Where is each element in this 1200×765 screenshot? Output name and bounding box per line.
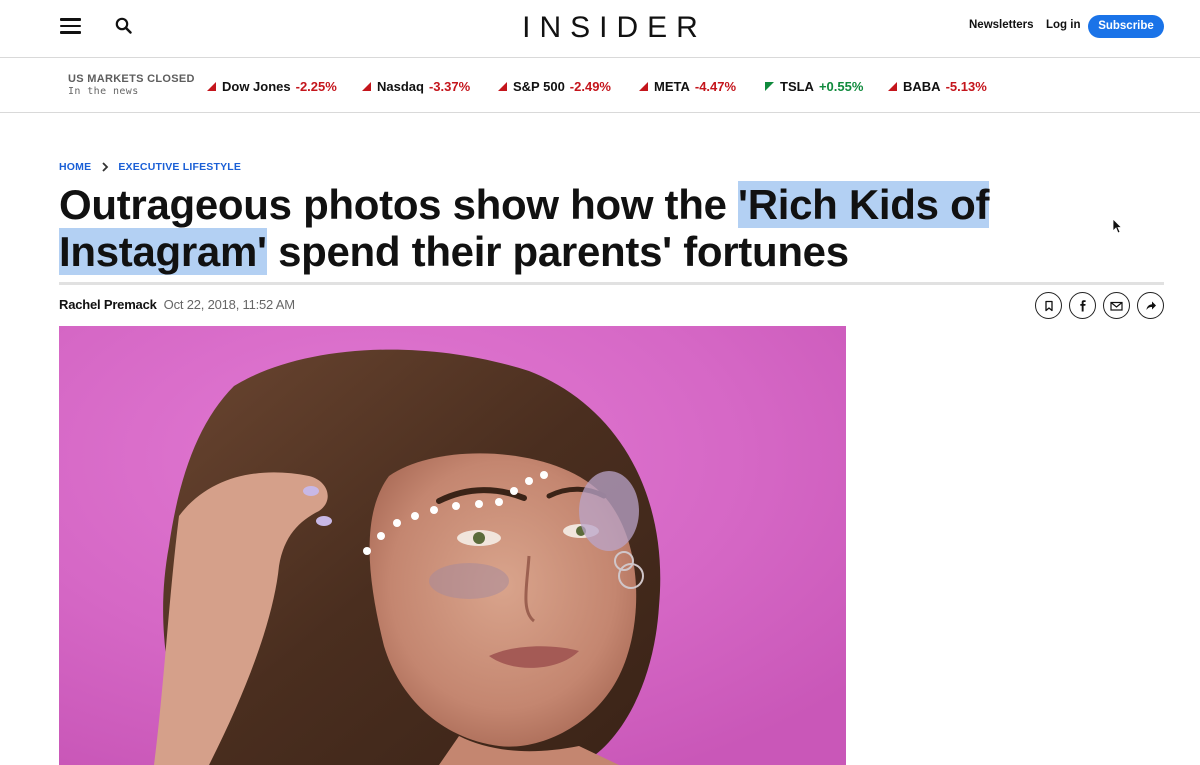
hero-image [59, 326, 846, 765]
ticker-change: -2.25% [295, 78, 337, 94]
markets-bar: US MARKETS CLOSED In the news Dow Jones … [0, 59, 1200, 113]
ticker-change: +0.55% [818, 78, 864, 94]
markets-status: US MARKETS CLOSED [68, 73, 195, 85]
title-text: Outrageous photos show how the [59, 181, 739, 228]
bookmark-icon[interactable] [1035, 292, 1062, 319]
article-title: Outrageous photos show how the 'Rich Kid… [59, 181, 1169, 275]
site-header: INSIDER Newsletters Log in Subscribe [0, 0, 1200, 58]
down-arrow-icon [888, 81, 897, 91]
author-name[interactable]: Rachel Premack [59, 297, 157, 312]
share-icon[interactable] [1137, 292, 1164, 319]
markets-subtitle: In the news [68, 86, 139, 97]
menu-icon[interactable] [60, 17, 81, 34]
login-link[interactable]: Log in [1046, 19, 1081, 31]
ticker-change: -4.47% [694, 78, 737, 94]
ticker-name: Nasdaq [377, 78, 424, 94]
down-arrow-icon [207, 81, 216, 91]
ticker-name: Dow Jones [222, 78, 291, 94]
email-icon[interactable] [1103, 292, 1130, 319]
search-icon[interactable] [114, 16, 134, 36]
title-divider [59, 282, 1164, 285]
ticker-sp500[interactable]: S&P 500 -2.49% [498, 77, 611, 95]
byline: Rachel Premack Oct 22, 2018, 11:52 AM [59, 297, 295, 312]
down-arrow-icon [362, 81, 371, 91]
ticker-name: TSLA [780, 78, 814, 94]
ticker-change: -5.13% [945, 78, 987, 94]
mouse-cursor-icon [1112, 218, 1122, 234]
breadcrumb-category[interactable]: EXECUTIVE LIFESTYLE [118, 161, 241, 173]
ticker-tsla[interactable]: TSLA +0.55% [765, 77, 863, 95]
ticker-dow-jones[interactable]: Dow Jones -2.25% [207, 77, 337, 95]
ticker-change: -2.49% [569, 78, 611, 94]
ticker-nasdaq[interactable]: Nasdaq -3.37% [362, 77, 470, 95]
subscribe-button[interactable]: Subscribe [1088, 15, 1164, 38]
ticker-name: S&P 500 [513, 78, 565, 94]
down-arrow-icon [498, 81, 507, 91]
ticker-baba[interactable]: BABA -5.13% [888, 77, 987, 95]
publish-date: Oct 22, 2018, 11:52 AM [163, 297, 295, 312]
chevron-right-icon [102, 162, 109, 172]
up-arrow-icon [765, 81, 774, 91]
ticker-meta[interactable]: META -4.47% [639, 77, 736, 95]
site-logo[interactable]: INSIDER [480, 8, 740, 48]
down-arrow-icon [639, 81, 648, 91]
newsletters-link[interactable]: Newsletters [969, 19, 1034, 31]
title-text: spend their parents' fortunes [266, 228, 849, 275]
ticker-name: BABA [903, 78, 941, 94]
breadcrumb-home[interactable]: HOME [59, 161, 91, 173]
ticker-name: META [654, 78, 690, 94]
ticker-change: -3.37% [428, 78, 471, 94]
breadcrumb: HOME EXECUTIVE LIFESTYLE [59, 160, 241, 174]
facebook-icon[interactable] [1069, 292, 1096, 319]
